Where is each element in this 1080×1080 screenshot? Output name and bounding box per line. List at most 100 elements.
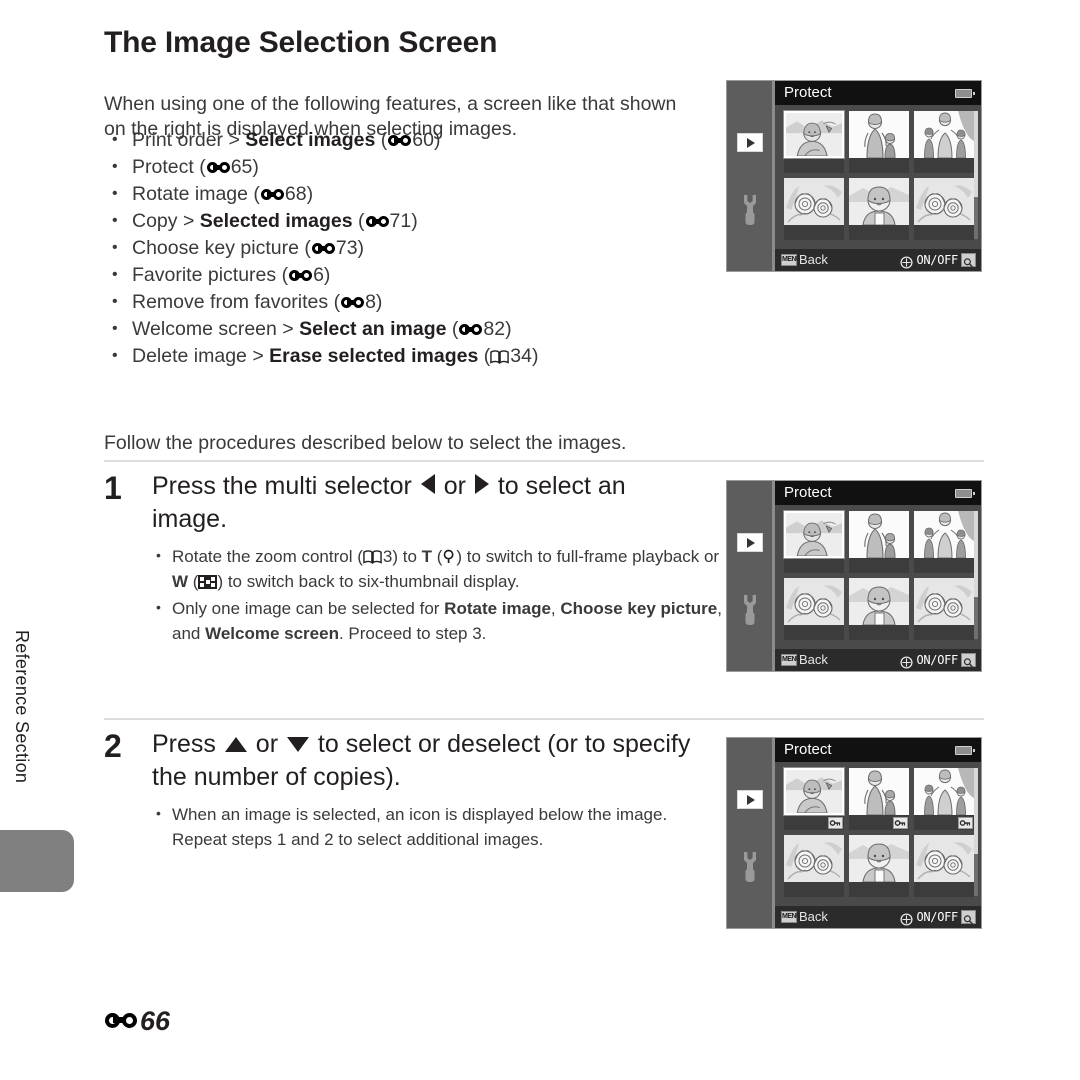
thumbnail-cell[interactable] bbox=[783, 767, 845, 830]
step-1-number: 1 bbox=[104, 470, 122, 506]
feature-bold-term: Select an image bbox=[299, 318, 447, 340]
folio-number: 66 bbox=[140, 1006, 171, 1036]
lcd-title: Protect bbox=[775, 738, 981, 762]
thumbnail-image bbox=[784, 835, 844, 882]
follow-procedures-text: Follow the procedures described below to… bbox=[104, 431, 627, 454]
thumbnail-image bbox=[783, 110, 845, 159]
page-folio: 66 bbox=[104, 1006, 170, 1037]
magnifier-button-icon[interactable] bbox=[961, 253, 976, 268]
feature-list-item: Protect (65) bbox=[104, 153, 704, 181]
back-control[interactable]: MENU Back bbox=[781, 649, 828, 671]
back-control[interactable]: MENU Back bbox=[781, 249, 828, 271]
thumbnail-cell[interactable] bbox=[784, 178, 844, 240]
thumbnail-cell[interactable] bbox=[849, 835, 909, 897]
multi-selector-icon bbox=[900, 654, 913, 669]
feature-reference: (82) bbox=[451, 318, 512, 340]
note2-text-1: When an image is selected, an icon is di… bbox=[172, 805, 668, 849]
thumbnail-image bbox=[849, 578, 909, 625]
thumbnail-cell[interactable] bbox=[784, 835, 844, 897]
menu-button-icon: MENU bbox=[781, 654, 801, 666]
substep-text-2: ) to bbox=[392, 547, 422, 566]
back-control[interactable]: MENU Back bbox=[781, 906, 828, 928]
triangle-left-icon bbox=[420, 474, 435, 494]
wrench-icon[interactable] bbox=[740, 595, 760, 625]
feature-reference: (71) bbox=[358, 210, 418, 232]
menu-button-icon: MENU bbox=[781, 254, 801, 266]
feature-prefix: Choose key picture bbox=[132, 237, 305, 259]
thumbnail-cell[interactable] bbox=[914, 578, 974, 640]
reference-section-symbol-icon bbox=[289, 270, 313, 283]
thumbnail-image bbox=[784, 578, 844, 625]
battery-icon bbox=[955, 489, 975, 498]
onoff-control[interactable]: ON/OFF bbox=[900, 649, 976, 671]
magnifier-button-icon[interactable] bbox=[961, 653, 976, 668]
thumbnail-cell[interactable] bbox=[783, 110, 845, 173]
back-label: Back bbox=[799, 252, 828, 267]
scrollbar[interactable] bbox=[974, 768, 978, 896]
onoff-control[interactable]: ON/OFF bbox=[900, 249, 976, 271]
feature-reference: (6) bbox=[281, 264, 331, 286]
thumbnail-image bbox=[914, 111, 974, 158]
thumbnail-cell[interactable] bbox=[914, 111, 974, 173]
feature-reference-number: 73 bbox=[335, 237, 358, 259]
feature-prefix: Favorite pictures bbox=[132, 264, 282, 286]
thumbnail-cell[interactable] bbox=[914, 768, 974, 830]
thumbnail-cell[interactable] bbox=[914, 178, 974, 240]
thumbnail-cell[interactable] bbox=[849, 511, 909, 573]
thumbnail-cell[interactable] bbox=[849, 111, 909, 173]
feature-reference-number: 60 bbox=[412, 129, 434, 151]
onoff-label: ON/OFF bbox=[916, 253, 958, 267]
feature-reference: (68) bbox=[253, 183, 314, 205]
reference-section-symbol-icon bbox=[105, 1012, 137, 1031]
feature-reference: (65) bbox=[199, 156, 259, 178]
battery-icon bbox=[955, 746, 975, 755]
playback-icon[interactable] bbox=[737, 790, 763, 809]
tele-label: T bbox=[421, 547, 433, 566]
thumbnail-cell[interactable] bbox=[849, 768, 909, 830]
feature-list-item: Delete image > Erase selected images (34… bbox=[104, 342, 704, 370]
thumbnail-cell[interactable] bbox=[849, 578, 909, 640]
thumbnail-cell[interactable] bbox=[849, 178, 909, 240]
feature-list-item: Favorite pictures (6) bbox=[104, 261, 704, 289]
lcd-mode-sidebar bbox=[727, 81, 775, 271]
thumbnail-cell[interactable] bbox=[784, 578, 844, 640]
feature-list-item: Welcome screen > Select an image (82) bbox=[104, 315, 704, 343]
magnifier-button-icon[interactable] bbox=[961, 910, 976, 925]
thumbnail-image bbox=[849, 178, 909, 225]
reference-section-symbol-icon bbox=[341, 297, 365, 310]
thumbnail-image bbox=[849, 511, 909, 558]
feature-reference-number: 65 bbox=[230, 156, 253, 178]
scrollbar[interactable] bbox=[974, 111, 978, 239]
camera-screen-step2: Protect MENU Back ON/OFF bbox=[726, 737, 982, 929]
thumbnail-cell[interactable] bbox=[914, 835, 974, 897]
feature-reference: (8) bbox=[333, 291, 383, 313]
reference-section-symbol-icon bbox=[459, 324, 483, 337]
divider-step-2 bbox=[104, 718, 984, 720]
thumbnail-image bbox=[914, 578, 974, 625]
note-text-4: . Proceed to step 3. bbox=[338, 624, 487, 643]
onoff-control[interactable]: ON/OFF bbox=[900, 906, 976, 928]
step-2-substeps: When an image is selected, an icon is di… bbox=[152, 801, 722, 852]
feature-list-item: Remove from favorites (8) bbox=[104, 288, 704, 316]
onoff-label: ON/OFF bbox=[916, 653, 958, 667]
lcd-body: Protect MENU Back ON/OFF bbox=[775, 481, 981, 671]
step-1-substeps: Rotate the zoom control (3) to T () to s… bbox=[152, 543, 722, 646]
thumbnail-cell[interactable] bbox=[914, 511, 974, 573]
lcd-body: Protect MENU Back ON/OFF bbox=[775, 738, 981, 928]
playback-icon[interactable] bbox=[737, 533, 763, 552]
wrench-icon[interactable] bbox=[740, 852, 760, 882]
wide-label: W bbox=[172, 572, 189, 591]
protect-key-icon bbox=[828, 817, 843, 829]
thumbnail-cell[interactable] bbox=[783, 510, 845, 573]
feature-list-item: Rotate image (68) bbox=[104, 180, 704, 208]
triangle-down-icon bbox=[286, 737, 309, 752]
feature-reference-number: 71 bbox=[389, 210, 412, 232]
step-1: 1 Press the multi selector or to select … bbox=[104, 470, 724, 648]
back-label: Back bbox=[799, 909, 828, 924]
wrench-icon[interactable] bbox=[740, 195, 760, 225]
scrollbar[interactable] bbox=[974, 511, 978, 639]
thumbnail-grid-icon bbox=[198, 575, 218, 589]
playback-icon[interactable] bbox=[737, 133, 763, 152]
divider-step-1 bbox=[104, 460, 984, 462]
feature-prefix: Welcome screen > bbox=[132, 318, 300, 340]
